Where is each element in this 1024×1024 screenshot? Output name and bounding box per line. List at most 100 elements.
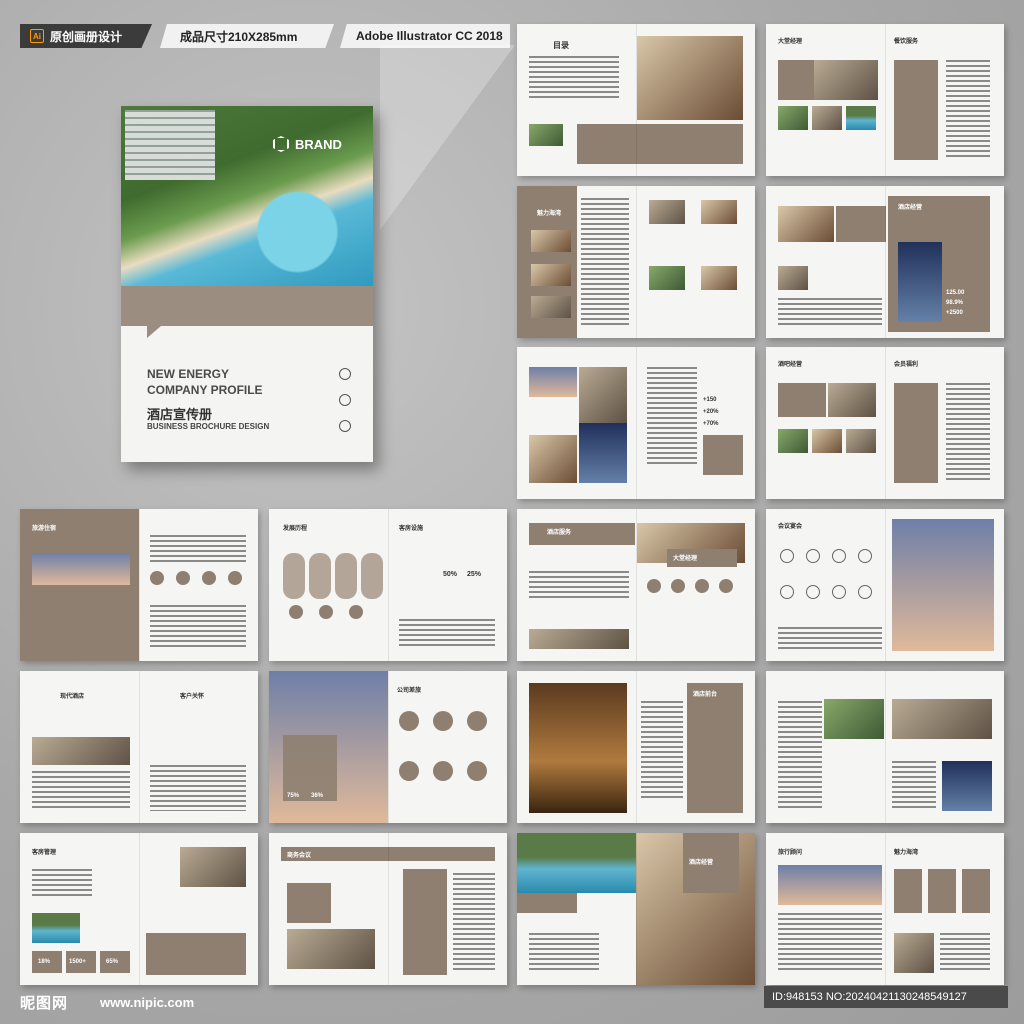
panel [962,869,990,913]
icon-circle [289,605,303,619]
photo-circle [399,761,419,781]
text-block [150,605,246,649]
circle-icon [339,394,351,406]
spread-title: 餐饮服务 [894,39,919,45]
icon-circle [806,549,820,563]
circle-icon [339,368,351,380]
site-url: www.nipic.com [100,995,195,1010]
panel [146,933,246,975]
photo [778,106,808,130]
stat-value: 50% [443,571,458,578]
photo [529,124,563,146]
software-tag-label: 原创画册设计 [50,29,123,44]
photo [517,833,636,893]
icon-circle [832,585,846,599]
photo [894,933,934,973]
toc-list [529,56,619,100]
spread: 旅游住宿 [20,509,258,661]
text-block [778,913,882,973]
spread-title: 客户关怀 [180,694,205,700]
icon-circle [858,585,872,599]
timeline-pill [283,553,305,599]
timeline-pill [335,553,357,599]
stat-value: +20% [703,409,719,415]
spread-title: 会员福利 [894,362,919,368]
spread-title: 魅力海湾 [894,850,919,856]
spread: +150 +20% +70% [517,347,755,499]
spread-title: 酒店经营 [689,860,714,866]
stat-value: 125.00 [946,290,965,296]
photo-circle [176,571,190,585]
panel [517,893,577,913]
spread-title: 旅游住宿 [32,526,57,532]
caption-panel [577,124,743,164]
panel [403,869,447,975]
spread [766,671,1004,823]
spread-title: 酒店前台 [693,692,718,698]
software-tag: Ai 原创画册设计 [20,24,152,48]
photo [649,266,685,290]
stat-value: 25% [467,571,482,578]
timeline-pill [309,553,331,599]
brochure-cover: BRAND NEW ENERGY COMPANY PROFILE 酒店宣传册 B… [121,106,373,462]
spread: 发展历程 客房设施 50% 25% [269,509,507,661]
cover-band [121,286,373,326]
spread: 客房管理 18% 1500+ 65% [20,833,258,985]
photo [814,60,878,100]
stat-value: 75% [287,793,300,799]
photo [846,429,876,453]
spread-title: 酒吧经营 [778,362,803,368]
photo [32,913,80,943]
id-badge: ID:948153 NO:20240421130248549127 [764,986,1008,1008]
perspective-lines [380,45,515,230]
text-block [150,765,246,811]
panel [529,523,635,545]
text-block [778,701,822,811]
photo [701,266,737,290]
cover-title: NEW ENERGY COMPANY PROFILE [147,366,263,398]
photo-circle [719,579,733,593]
spread-title: 酒店服务 [547,530,572,536]
id-text: ID:948153 NO:20240421130248549127 [772,991,967,1003]
photo [778,206,834,242]
icon-circle [319,605,333,619]
photo [180,847,246,887]
panel [703,435,743,475]
photo [579,367,627,423]
title-bar [281,847,495,861]
circle-icon [339,420,351,432]
spread-title: 旅行顾问 [778,850,803,856]
text-block [453,873,495,973]
photo-circle [695,579,709,593]
photo [828,383,876,417]
cover-title-line1: NEW ENERGY [147,367,230,381]
spread-title: 酒店经营 [898,205,923,211]
stat-value: +2500 [946,310,963,316]
photo [846,106,876,130]
stat-value: 18% [38,959,51,965]
spread: 酒店前台 [517,671,755,823]
panel [894,869,922,913]
text-block [892,761,936,811]
stat-value: +150 [703,397,717,403]
spread-title: 发展历程 [283,526,308,532]
photo-circle [467,761,487,781]
stat-value: 98.9% [946,300,964,306]
hotel-building-image [125,110,215,180]
text-block [32,771,130,811]
spread-toc: 目录 [517,24,755,176]
spread: 旅行顾问 魅力海湾 [766,833,1004,985]
photo-circle [399,711,419,731]
photo [942,761,992,811]
text-block [529,571,629,601]
spread: 会议宴会 [766,509,1004,661]
stat-value: 65% [106,959,119,965]
photo [529,435,577,483]
spread-title: 大堂经理 [673,556,698,562]
photo [892,519,994,651]
panel [687,683,743,813]
text-block [940,933,990,973]
icon-circle [858,549,872,563]
stat-value: 1500+ [69,959,86,965]
panel [928,869,956,913]
